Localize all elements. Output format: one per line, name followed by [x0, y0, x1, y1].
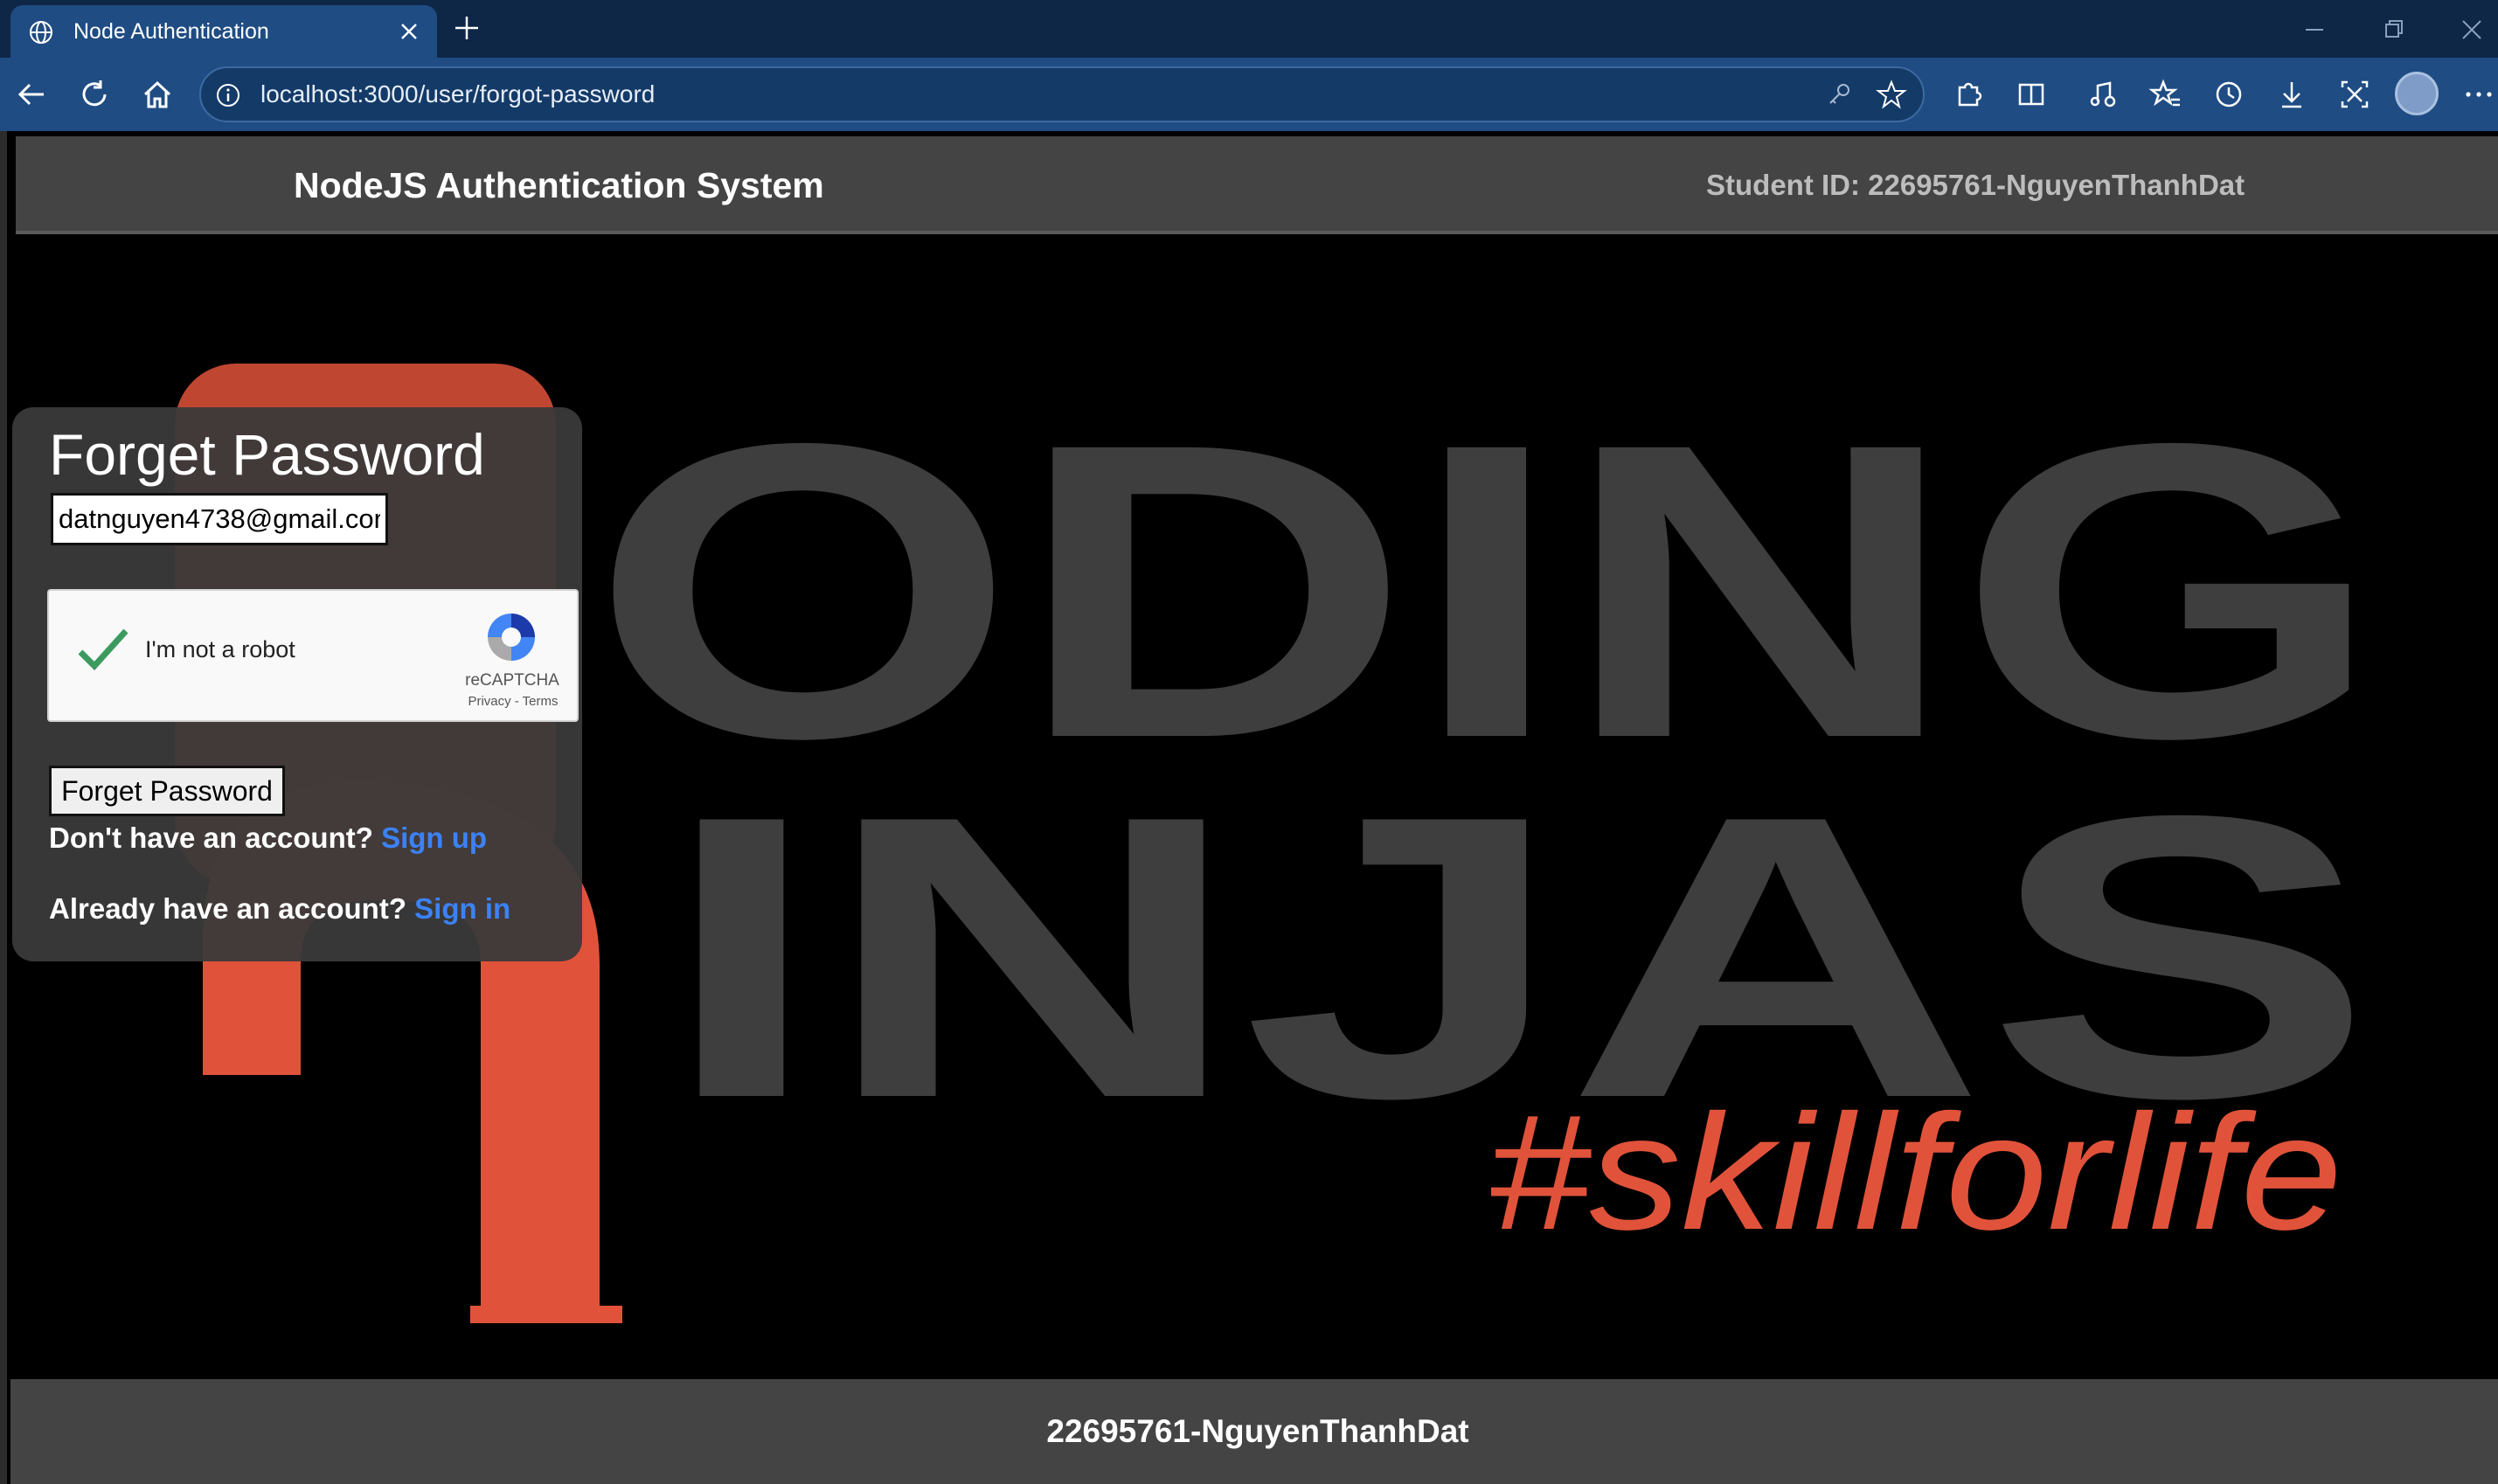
home-icon[interactable]	[140, 77, 175, 112]
address-bar[interactable]: localhost:3000/user/forgot-password	[199, 66, 1925, 122]
signup-prompt: Don't have an account?	[49, 822, 373, 854]
more-menu-icon[interactable]	[2461, 77, 2496, 112]
forgot-password-form: Forget Password I'm not a robot reCAPTCH…	[12, 407, 582, 961]
favorites-icon[interactable]	[2148, 77, 2183, 112]
back-arrow-icon[interactable]	[14, 77, 49, 112]
recaptcha-brand: reCAPTCHA	[465, 671, 559, 690]
signin-link[interactable]: Sign in	[414, 892, 510, 925]
recaptcha-label: I'm not a robot	[145, 636, 295, 662]
hero-tagline: #skillforlife	[1488, 1080, 2342, 1264]
new-tab-icon[interactable]	[451, 12, 482, 44]
minimize-icon[interactable]	[2297, 14, 2332, 45]
close-window-icon[interactable]	[2454, 14, 2489, 45]
extensions-icon[interactable]	[1951, 77, 1986, 112]
site-title: NodeJS Authentication System	[294, 165, 824, 205]
browser-tab[interactable]: Node Authentication	[10, 5, 437, 58]
browser-tab-bar: Node Authentication	[0, 0, 2498, 58]
favorite-star-icon[interactable]	[1876, 79, 1907, 110]
restore-icon[interactable]	[2376, 14, 2411, 45]
email-field[interactable]	[51, 493, 388, 545]
globe-icon	[30, 21, 52, 44]
recaptcha-widget[interactable]: I'm not a robot reCAPTCHA Privacy - Term…	[47, 589, 579, 722]
screenshot-icon[interactable]	[2337, 77, 2372, 112]
forget-password-button[interactable]: Forget Password	[49, 766, 285, 816]
browser-toolbar: localhost:3000/user/forgot-password	[0, 58, 2498, 131]
site-header: NodeJS Authentication System Student ID:…	[16, 136, 2498, 234]
checkmark-icon[interactable]	[75, 626, 131, 675]
signup-line: Don't have an account? Sign up	[49, 822, 487, 855]
signin-prompt: Already have an account?	[49, 892, 406, 925]
signup-link[interactable]: Sign up	[381, 822, 487, 854]
page-content: NodeJS Authentication System Student ID:…	[0, 131, 2498, 1484]
student-id: Student ID: 22695761-NguyenThanhDat	[1706, 169, 2245, 201]
recaptcha-logo-icon	[488, 614, 535, 661]
recaptcha-privacy-terms[interactable]: Privacy - Terms	[448, 694, 579, 709]
url-text[interactable]: localhost:3000/user/forgot-password	[260, 68, 655, 121]
tab-title: Node Authentication	[73, 19, 269, 44]
profile-avatar[interactable]	[2395, 72, 2439, 115]
history-icon[interactable]	[2211, 77, 2246, 112]
close-tab-icon[interactable]	[397, 19, 421, 44]
download-icon[interactable]	[2274, 77, 2309, 112]
refresh-icon[interactable]	[77, 77, 112, 112]
key-icon[interactable]	[1825, 80, 1853, 108]
form-heading: Forget Password	[49, 422, 485, 487]
site-footer: 22695761-NguyenThanhDat	[10, 1379, 2498, 1484]
footer-text: 22695761-NguyenThanhDat	[1046, 1413, 1469, 1449]
signin-line: Already have an account? Sign in	[49, 892, 510, 926]
info-icon[interactable]	[215, 82, 241, 108]
split-screen-icon[interactable]	[2014, 77, 2049, 112]
media-icon[interactable]	[2085, 77, 2120, 112]
